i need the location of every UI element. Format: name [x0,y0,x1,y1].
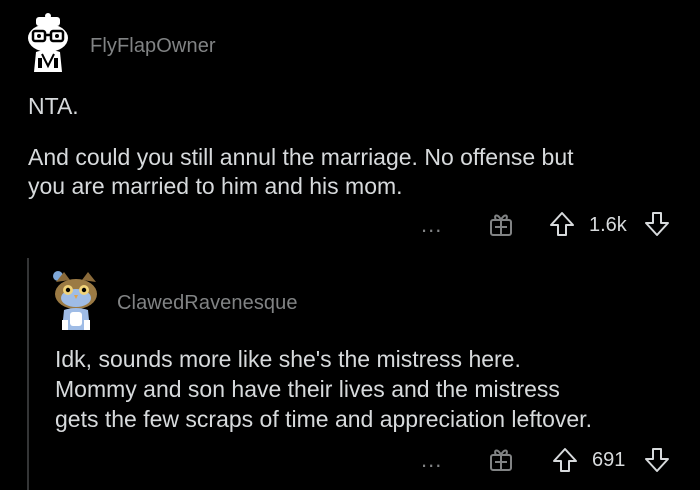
comment-body-line: NTA. [28,93,79,119]
snoo-avatar-icon[interactable] [20,12,76,74]
comment-author[interactable]: ClawedRavenesque [117,292,298,315]
downvote-arrow-icon[interactable] [643,210,671,243]
downvote-arrow-icon[interactable] [643,446,671,479]
owl-snoo-avatar-icon[interactable] [48,268,104,332]
thread-line [27,258,29,490]
upvote-arrow-icon[interactable] [551,446,579,479]
gift-award-icon[interactable] [488,211,514,242]
upvote-arrow-icon[interactable] [548,210,576,243]
gift-award-icon[interactable] [488,446,514,477]
comment-author[interactable]: FlyFlapOwner [90,35,216,58]
comment-body-line: And could you still annul the marriage. … [28,144,574,170]
vote-score: 691 [592,449,626,471]
more-options-button[interactable]: ... [421,449,442,471]
comment-body-line: Idk, sounds more like she's the mistress… [55,346,521,372]
comment-body-line: Mommy and son have their lives and the m… [55,376,560,402]
vote-score: 1.6k [589,214,627,236]
comment-body-line: gets the few scraps of time and apprecia… [55,406,592,432]
comment-body-line: you are married to him and his mom. [28,173,403,199]
more-options-button[interactable]: ... [421,214,442,236]
